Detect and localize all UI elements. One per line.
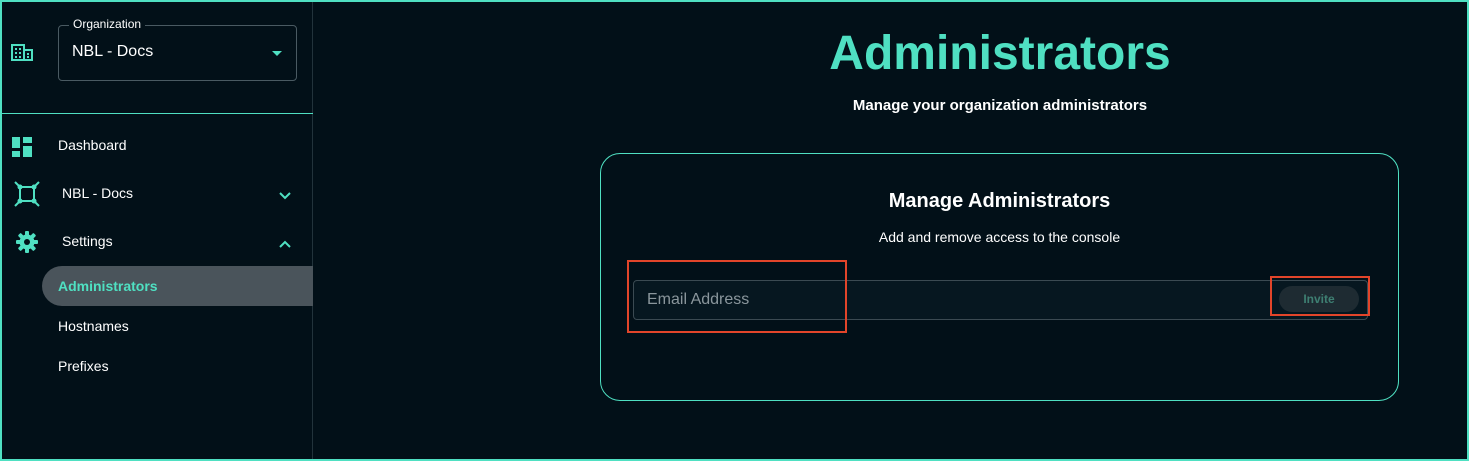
nav-item-nbl-docs[interactable]: NBL - Docs <box>2 173 313 213</box>
sidebar-item-hostnames[interactable]: Hostnames <box>42 306 313 346</box>
chevron-down-icon[interactable] <box>279 187 291 205</box>
organization-label: Organization <box>69 17 146 31</box>
network-icon <box>14 181 40 212</box>
highlight-box-email <box>627 260 847 333</box>
nav-label-settings: Settings <box>62 233 113 249</box>
sidebar-item-prefixes[interactable]: Prefixes <box>42 346 313 386</box>
building-icon <box>11 43 33 66</box>
nav-label-dashboard: Dashboard <box>58 137 127 153</box>
highlight-box-invite <box>1270 276 1370 316</box>
card-title: Manage Administrators <box>888 190 1111 212</box>
page-subtitle: Manage your organization administrators <box>852 97 1148 114</box>
nav-item-dashboard[interactable]: Dashboard <box>2 125 313 165</box>
caret-down-icon <box>272 51 282 56</box>
organization-select[interactable]: Organization NBL - Docs <box>58 17 297 81</box>
nav-item-settings[interactable]: Settings <box>2 221 313 261</box>
organization-value: NBL - Docs <box>72 43 154 60</box>
sidebar-item-administrators[interactable]: Administrators <box>42 266 313 306</box>
dashboard-icon <box>12 137 32 162</box>
chevron-up-icon[interactable] <box>279 235 291 253</box>
card-subtitle: Add and remove access to the console <box>878 229 1121 245</box>
gear-icon <box>16 231 38 258</box>
sidebar: Organization NBL - Docs Dashboard NBL - … <box>2 2 313 459</box>
page-title: Administrators <box>829 27 1171 80</box>
organization-area: Organization NBL - Docs <box>2 2 313 114</box>
nav-label-nbl-docs: NBL - Docs <box>62 185 134 201</box>
